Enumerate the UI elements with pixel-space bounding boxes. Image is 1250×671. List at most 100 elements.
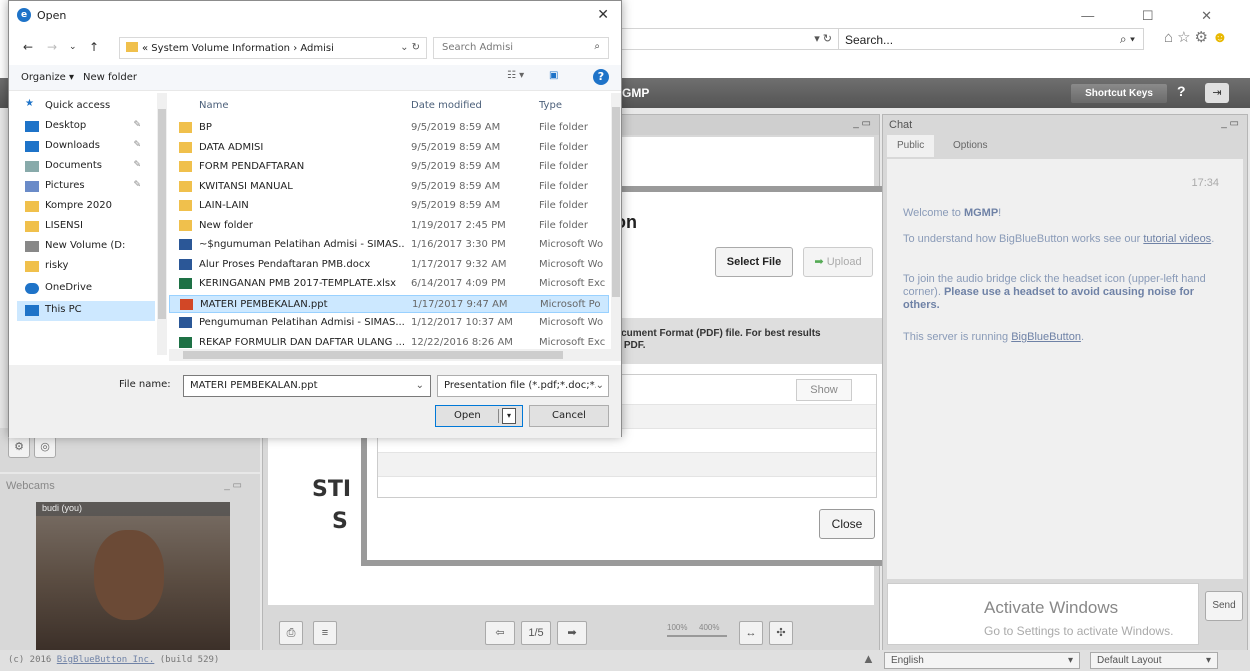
layout-select[interactable]: Default Layout ▾ [1090,652,1218,669]
address-bar[interactable]: ▾ ↻ [620,28,838,50]
upload-presentation-button[interactable]: ⎙ [279,621,303,645]
bbb-inc-link[interactable]: BigBlueButton Inc. [57,655,155,665]
scrollbar-thumb[interactable] [158,109,166,319]
sidebar-item[interactable]: Downloads ✎ [17,137,155,157]
sidebar-item[interactable]: LISENSI [17,217,155,237]
previous-slide-button[interactable]: ⇦ [485,621,515,645]
tab-public[interactable]: Public [887,135,935,157]
pin-icon[interactable]: ✎ [133,180,141,190]
folder-icon [179,180,192,192]
minimize-icon[interactable]: _ ▭ [1221,118,1239,129]
sidebar-item[interactable]: Documents ✎ [17,157,155,177]
file-row[interactable]: KERINGANAN PMB 2017-TEMPLATE.xlsx 6/14/20… [169,275,609,293]
file-row[interactable]: MATERI PEMBEKALAN.ppt 1/17/2017 9:47 AM Mi… [169,294,609,313]
pin-icon[interactable]: ✎ [133,160,141,170]
sidebar-item[interactable]: risky [17,257,155,277]
home-icon[interactable]: ⌂ [1164,29,1177,46]
list-vertical-scrollbar[interactable] [611,93,621,349]
search-input[interactable]: Search Admisi ⌕ [433,37,609,59]
sidebar-item[interactable]: OneDrive [17,279,155,299]
refresh-icon[interactable]: ⌄ ↻ [400,42,420,53]
fit-width-icon[interactable]: ↔ [739,621,763,645]
sidebar-item[interactable]: New Volume (D: [17,237,155,257]
next-slide-button[interactable]: ➡ [557,621,587,645]
close-button[interactable]: Close [819,509,875,539]
excel-file-icon [179,278,192,289]
show-button[interactable]: Show [796,379,852,401]
pin-icon[interactable]: ✎ [133,140,141,150]
zoom-slider[interactable] [667,635,727,637]
sidebar-item[interactable]: Kompre 2020 [17,197,155,217]
bigbluebutton-link[interactable]: BigBlueButton [1011,331,1081,343]
forward-icon[interactable]: → [47,40,57,54]
file-row[interactable]: DATA ADMISI 9/5/2019 8:59 AM File folder [169,139,609,157]
organize-button[interactable]: Organize ▾ [21,72,74,83]
status-icon[interactable]: ◎ [34,436,56,458]
file-name: KWITANSI MANUAL [199,180,293,192]
smiley-icon[interactable]: ☻ [1212,29,1232,46]
page-indicator[interactable]: 1/5 [521,621,551,645]
logout-icon[interactable]: ⇥ [1205,83,1229,103]
up-icon[interactable]: ↑ [89,40,99,54]
settings-icon[interactable]: ⚙ [8,436,30,458]
sidebar-item-label: risky [45,260,69,271]
scrollbar-thumb[interactable] [612,107,620,297]
new-folder-button[interactable]: New folder [83,72,137,83]
tutorial-link[interactable]: tutorial videos [1143,233,1211,245]
address-path[interactable]: « System Volume Information › Admisi ⌄ ↻ [119,37,427,59]
file-row[interactable]: FORM PENDAFTARAN 9/5/2019 8:59 AM File fol… [169,158,609,176]
refresh-icon[interactable]: ▾ ↻ [814,32,832,45]
poll-button[interactable]: ≡ [313,621,337,645]
fit-page-icon[interactable]: ✣ [769,621,793,645]
back-icon[interactable]: ← [23,40,33,54]
file-row[interactable]: Alur Proses Pendaftaran PMB.docx 1/17/201… [169,256,609,274]
file-row[interactable]: ~$ngumuman Pelatihan Admisi - SIMAS.... 1… [169,236,609,254]
minimize-icon[interactable]: _ ▭ [853,118,871,129]
file-row[interactable]: Pengumuman Pelatihan Admisi - SIMAS.... 1… [169,314,609,332]
cancel-button[interactable]: Cancel [529,405,609,427]
chevron-down-icon[interactable]: ⌄ [416,380,424,391]
column-date[interactable]: Date modified [411,100,482,111]
scrollbar-thumb[interactable] [183,351,563,359]
gear-icon[interactable]: ⚙ [1195,29,1212,46]
help-button[interactable]: ? [1177,83,1186,99]
preview-pane-icon[interactable]: ▣ [549,70,558,81]
select-file-button[interactable]: Select File [715,247,793,277]
upload-button[interactable]: ➡ Upload [803,247,873,277]
file-row[interactable]: LAIN-LAIN 9/5/2019 8:59 AM File folder [169,197,609,215]
sidebar-item-label: This PC [45,304,82,315]
close-icon[interactable]: ✕ [597,7,609,23]
open-dropdown-icon[interactable]: ▾ [502,408,516,424]
column-name[interactable]: Name [199,100,229,111]
file-row[interactable]: New folder 1/19/2017 2:45 PM File folder [169,217,609,235]
file-row[interactable]: KWITANSI MANUAL 9/5/2019 8:59 AM File fold… [169,178,609,196]
sidebar-item[interactable]: This PC [17,301,155,321]
sidebar-item[interactable]: ★ Quick access [17,97,155,117]
browser-search-input[interactable]: Search... ⌕ ▾ [838,28,1144,50]
list-horizontal-scrollbar[interactable] [169,349,621,361]
help-icon[interactable]: ? [593,69,609,85]
tab-options[interactable]: Options [943,135,997,157]
window-controls[interactable]: — ☐ ✕ [1081,8,1234,24]
file-row[interactable]: BP 9/5/2019 8:59 AM File folder [169,119,609,137]
sidebar-item[interactable]: Desktop ✎ [17,117,155,137]
warning-icon[interactable]: ▲ [862,651,875,666]
pin-icon[interactable]: ✎ [133,120,141,130]
view-options-icon[interactable]: ☷ ▾ [507,70,524,81]
column-type[interactable]: Type [539,100,562,111]
minimize-icon[interactable]: _ ▭ [224,480,242,491]
webcam-video[interactable]: budi (you) [36,502,230,652]
shortcut-keys-button[interactable]: Shortcut Keys [1071,84,1167,103]
open-button[interactable]: Open ▾ [435,405,523,427]
file-type-select[interactable]: Presentation file (*.pdf;*.doc;*.c ⌄ [437,375,609,397]
browser-icons[interactable]: ⌂☆⚙☻ [1164,28,1232,46]
star-icon[interactable]: ☆ [1177,29,1194,46]
language-select[interactable]: English ▾ [884,652,1080,669]
send-button[interactable]: Send [1205,591,1243,621]
search-icon[interactable]: ⌕ ▾ [1120,32,1135,47]
file-name-input[interactable]: MATERI PEMBEKALAN.ppt ⌄ [183,375,431,397]
nav-scrollbar[interactable] [157,93,167,355]
sidebar-item[interactable]: Pictures ✎ [17,177,155,197]
file-type: File folder [539,161,588,172]
recent-chevron-icon[interactable]: ⌄ [69,42,77,52]
